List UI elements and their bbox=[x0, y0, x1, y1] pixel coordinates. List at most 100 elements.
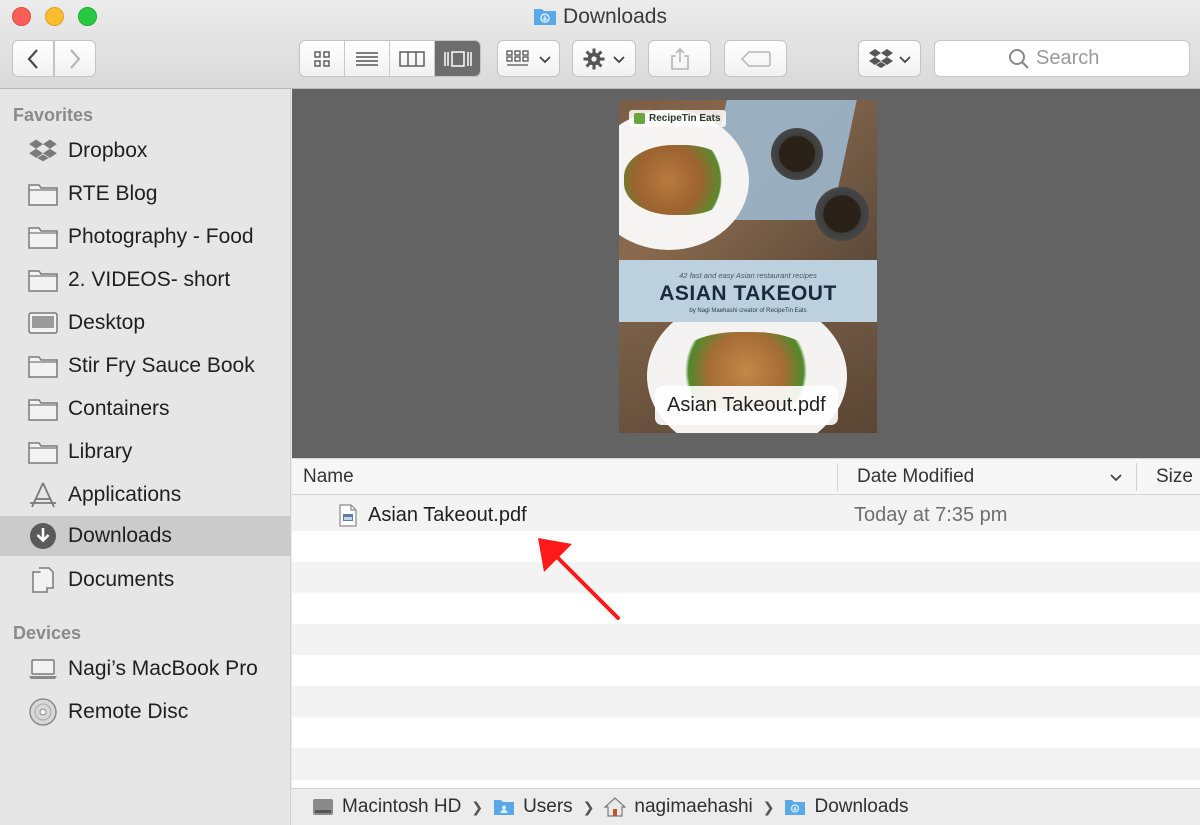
back-button[interactable] bbox=[12, 40, 54, 77]
window-title-text: Downloads bbox=[563, 5, 667, 28]
table-row-empty bbox=[292, 624, 1200, 655]
sidebar-item-label: Stir Fry Sauce Book bbox=[68, 354, 255, 377]
sidebar-item-remote-disc[interactable]: Remote Disc bbox=[0, 692, 291, 732]
sidebar-item-documents[interactable]: Documents bbox=[0, 560, 291, 600]
sidebar-item-label: Desktop bbox=[68, 311, 146, 334]
column-divider[interactable] bbox=[837, 463, 838, 491]
gear-icon bbox=[583, 48, 605, 69]
dropbox-icon bbox=[868, 48, 893, 68]
cover-flow-icon bbox=[443, 50, 472, 67]
action-menu-button[interactable] bbox=[572, 40, 636, 77]
chevron-down-icon bbox=[898, 55, 911, 63]
table-row-empty bbox=[292, 686, 1200, 717]
tag-icon bbox=[740, 50, 771, 67]
sidebar-item-label: RTE Blog bbox=[68, 182, 158, 205]
path-crumb-macintosh-hd[interactable]: Macintosh HD bbox=[312, 796, 461, 818]
sidebar-item-applications[interactable]: Applications bbox=[0, 475, 291, 515]
cover-bowl-2 bbox=[815, 187, 869, 241]
cover-brand-text: RecipeTin Eats bbox=[649, 113, 721, 124]
dropbox-icon bbox=[28, 138, 58, 164]
sidebar-item-label: Documents bbox=[68, 568, 175, 591]
folder-icon bbox=[28, 267, 58, 293]
share-button[interactable] bbox=[648, 40, 711, 77]
sidebar-item-downloads[interactable]: Downloads bbox=[0, 516, 291, 556]
path-crumb-label: nagimaehashi bbox=[634, 796, 753, 817]
cover-byline: by Nagi Maehashi creator of RecipeTin Ea… bbox=[689, 308, 807, 314]
sidebar-item-label: Photography - Food bbox=[68, 225, 254, 248]
list-view-button[interactable] bbox=[345, 41, 390, 76]
search-input[interactable] bbox=[1036, 47, 1116, 70]
folder-icon bbox=[28, 224, 58, 250]
column-divider[interactable] bbox=[1136, 463, 1137, 491]
sidebar-item-library[interactable]: Library bbox=[0, 432, 291, 472]
path-crumb-label: Macintosh HD bbox=[342, 796, 462, 817]
path-bar: Macintosh HD ❯ Users ❯ nagimaehashi ❯ Do… bbox=[292, 788, 1200, 825]
column-header-name[interactable]: Name bbox=[303, 459, 354, 495]
file-date-modified: Today at 7:35 pm bbox=[854, 503, 1008, 526]
search-field[interactable] bbox=[934, 40, 1190, 77]
folder-icon bbox=[28, 181, 58, 207]
edit-tags-button[interactable] bbox=[724, 40, 787, 77]
table-row-empty bbox=[292, 531, 1200, 562]
icon-view-button[interactable] bbox=[300, 41, 345, 76]
path-crumb-downloads[interactable]: Downloads bbox=[784, 796, 908, 818]
column-header-size[interactable]: Size bbox=[1156, 459, 1193, 495]
path-separator-icon: ❯ bbox=[582, 798, 595, 815]
path-crumb-users[interactable]: Users bbox=[493, 796, 573, 818]
sidebar-item-rte-blog[interactable]: RTE Blog bbox=[0, 174, 291, 214]
sidebar-item-stir-fry-sauce-book[interactable]: Stir Fry Sauce Book bbox=[0, 346, 291, 386]
path-crumb-label: Downloads bbox=[814, 796, 909, 817]
sidebar-item-photography-food[interactable]: Photography - Food bbox=[0, 217, 291, 257]
downloads-icon bbox=[28, 523, 58, 549]
path-crumb-home[interactable]: nagimaehashi bbox=[604, 796, 753, 818]
sidebar-item-macbook-pro[interactable]: Nagi’s MacBook Pro bbox=[0, 649, 291, 689]
cover-brand-logo: RecipeTin Eats bbox=[629, 110, 726, 127]
sidebar-item-containers[interactable]: Containers bbox=[0, 389, 291, 429]
search-icon bbox=[1009, 48, 1029, 69]
documents-icon bbox=[28, 567, 58, 593]
sidebar-section-favorites: Favorites bbox=[13, 105, 94, 125]
desktop-folder-icon bbox=[28, 310, 58, 336]
dropbox-menu-button[interactable] bbox=[858, 40, 921, 77]
applications-icon bbox=[28, 482, 58, 508]
chevron-left-icon bbox=[27, 48, 38, 69]
annotation-arrow bbox=[538, 538, 620, 620]
home-icon bbox=[604, 797, 627, 817]
table-row-empty bbox=[292, 562, 1200, 593]
path-separator-icon: ❯ bbox=[471, 798, 484, 815]
cover-bowl-1 bbox=[771, 128, 823, 180]
list-icon bbox=[356, 51, 378, 66]
arrange-grid-icon bbox=[505, 49, 529, 66]
column-view-button[interactable] bbox=[390, 41, 435, 76]
window-title: Downloads bbox=[0, 5, 1200, 32]
sidebar-item-label: Remote Disc bbox=[68, 700, 189, 723]
sidebar-item-label: Library bbox=[68, 440, 133, 463]
disc-icon bbox=[28, 698, 58, 726]
table-row-empty bbox=[292, 655, 1200, 686]
grid-icon bbox=[314, 50, 330, 67]
chevron-down-icon bbox=[613, 55, 625, 63]
column-header-date-modified[interactable]: Date Modified bbox=[857, 459, 974, 495]
pdf-cover-thumbnail[interactable]: RecipeTin Eats 42 fast and easy Asian re… bbox=[619, 100, 877, 433]
pdf-file-icon bbox=[339, 504, 357, 532]
folder-icon bbox=[28, 439, 58, 465]
cover-flow-view-button[interactable] bbox=[435, 41, 480, 76]
sidebar-section-devices: Devices bbox=[13, 623, 82, 643]
sidebar: Favorites Dropbox RTE Blog Photography -… bbox=[0, 89, 291, 825]
table-row[interactable]: Asian Takeout.pdf Today at 7:35 pm bbox=[292, 495, 1200, 531]
share-icon bbox=[670, 47, 689, 70]
users-folder-icon bbox=[493, 798, 515, 816]
column-headers: Name Date Modified Size bbox=[292, 458, 1200, 495]
preview-file-label: Asian Takeout.pdf bbox=[655, 386, 838, 425]
sort-chevron-down-icon[interactable] bbox=[1109, 459, 1123, 495]
sidebar-item-dropbox[interactable]: Dropbox bbox=[0, 131, 291, 171]
forward-button[interactable] bbox=[54, 40, 96, 77]
sidebar-item-desktop[interactable]: Desktop bbox=[0, 303, 291, 343]
table-row-empty bbox=[292, 748, 1200, 780]
cover-title-band: 42 fast and easy Asian restaurant recipe… bbox=[619, 260, 877, 322]
sidebar-item-label: Nagi’s MacBook Pro bbox=[68, 657, 258, 680]
sidebar-item-label: Containers bbox=[68, 397, 170, 420]
sidebar-item-videos-short[interactable]: 2. VIDEOS- short bbox=[0, 260, 291, 300]
column-header-date-label: Date Modified bbox=[857, 466, 975, 487]
arrange-button[interactable] bbox=[497, 40, 560, 77]
